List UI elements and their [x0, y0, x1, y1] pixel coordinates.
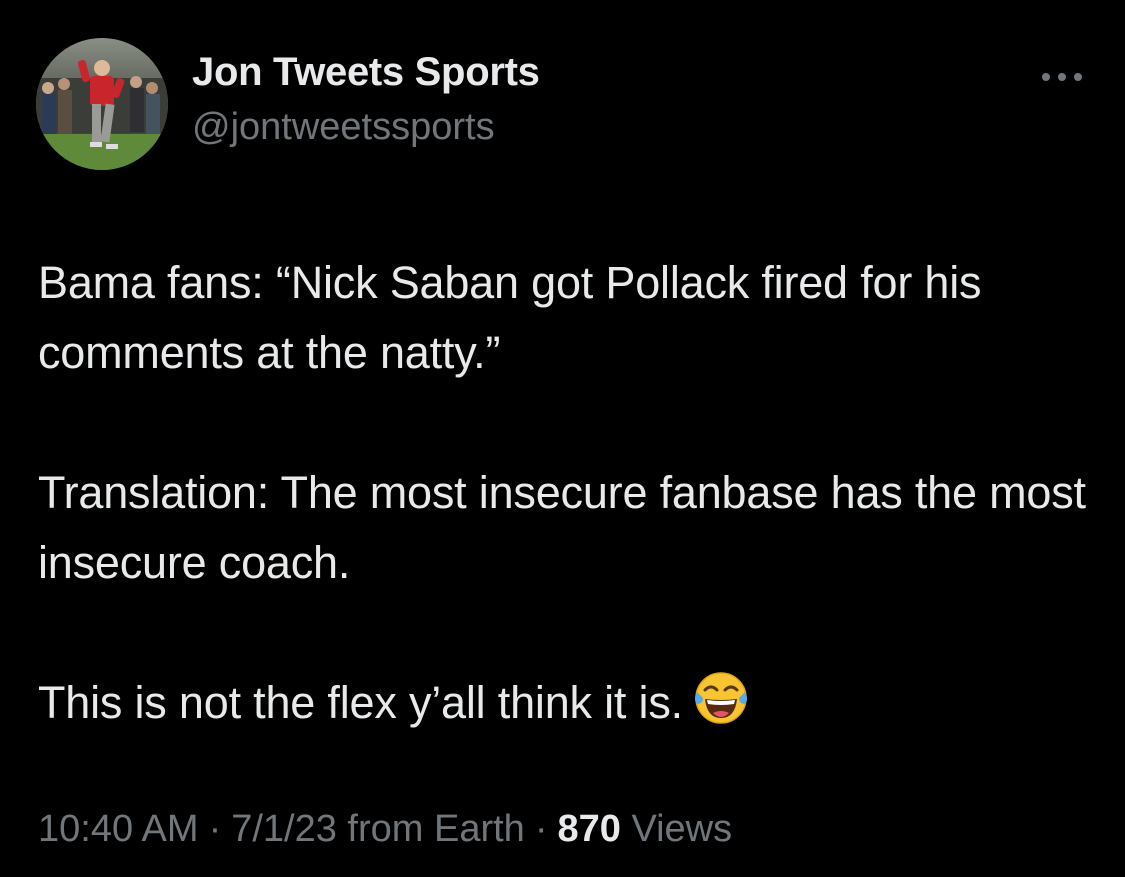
meta-separator: · — [208, 808, 222, 850]
face-with-tears-of-joy-emoji-icon — [691, 668, 751, 728]
tweet-paragraph-last: This is not the flex y’all think it is. — [38, 668, 1098, 738]
meta-separator: · — [534, 808, 548, 850]
author-display-name[interactable]: Jon Tweets Sports — [192, 50, 540, 95]
avatar[interactable] — [36, 38, 168, 170]
tweet-date-source[interactable]: 7/1/23 from Earth — [231, 808, 525, 850]
tweet-card: Jon Tweets Sports @jontweetssports Bama … — [0, 0, 1125, 877]
golfer-photo-icon — [36, 38, 168, 170]
tweet-time[interactable]: 10:40 AM — [38, 808, 199, 850]
tweet-paragraph: Translation: The most insecure fanbase h… — [38, 467, 1086, 588]
author-handle[interactable]: @jontweetssports — [192, 106, 495, 149]
more-horizontal-icon — [1042, 73, 1082, 81]
tweet-paragraph: Bama fans: “Nick Saban got Pollack fired… — [38, 257, 982, 378]
views-count[interactable]: 870 — [557, 808, 620, 850]
tweet-paragraph-text: This is not the flex y’all think it is. — [38, 677, 683, 728]
tweet-meta: 10:40 AM · 7/1/23 from Earth · 870 Views — [38, 808, 732, 851]
views-label[interactable]: Views — [631, 808, 732, 850]
tweet-text: Bama fans: “Nick Saban got Pollack fired… — [38, 248, 1098, 738]
more-options-button[interactable] — [1036, 60, 1088, 94]
